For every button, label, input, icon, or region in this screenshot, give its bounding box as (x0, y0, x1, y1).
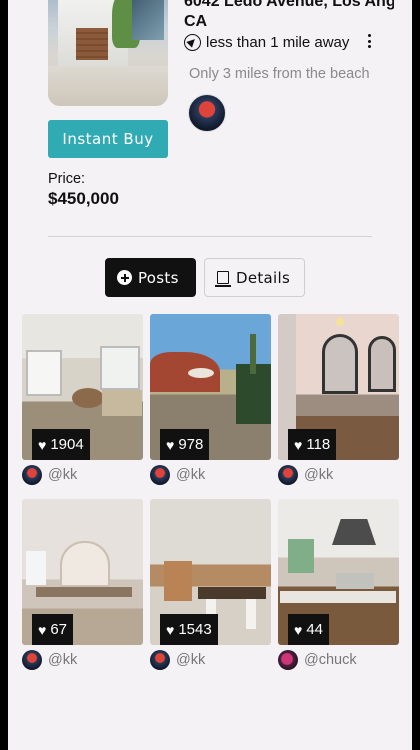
avatar (150, 650, 170, 670)
username: @kk (304, 467, 334, 483)
tab-posts[interactable]: Posts (105, 258, 196, 297)
likes-count: 67 (50, 621, 67, 638)
username: @kk (48, 652, 78, 668)
navigation-arrow-icon (184, 34, 201, 51)
heart-icon: ♥ (166, 436, 175, 453)
post-card[interactable]: ♥ 1904 @kk (22, 314, 143, 499)
plus-circle-icon (117, 270, 132, 285)
post-author[interactable]: @kk (22, 649, 143, 671)
likes-count: 978 (178, 436, 204, 453)
tab-details[interactable]: Details (204, 258, 305, 297)
tab-posts-label: Posts (138, 268, 179, 287)
post-author[interactable]: @chuck (278, 649, 399, 671)
posts-grid: ♥ 1904 @kk ♥ 978 @kk ♥ 118 @kk ♥ 67 @kk … (22, 314, 400, 684)
username: @kk (176, 467, 206, 483)
divider (48, 236, 372, 237)
avatar (22, 650, 42, 670)
owner-avatar[interactable] (188, 94, 226, 132)
likes-badge: ♥ 1904 (32, 429, 90, 460)
post-author[interactable]: @kk (150, 464, 271, 486)
tab-details-label: Details (236, 268, 291, 287)
post-photo[interactable]: ♥ 67 (22, 499, 143, 645)
instant-buy-button[interactable]: Instant Buy (48, 120, 168, 158)
avatar (278, 650, 298, 670)
app-screen: 6042 Ledo Avenue, Los Angeles CA less th… (8, 0, 412, 750)
property-tagline: Only 3 miles from the beach (189, 66, 370, 82)
post-photo[interactable]: ♥ 118 (278, 314, 399, 460)
post-photo[interactable]: ♥ 1543 (150, 499, 271, 645)
likes-badge: ♥ 67 (32, 614, 73, 645)
distance-text: less than 1 mile away (206, 34, 350, 51)
address-line-2: CA (184, 13, 208, 30)
post-author[interactable]: @kk (278, 464, 399, 486)
photo-driveway (48, 66, 168, 106)
likes-count: 118 (306, 436, 331, 453)
avatar (22, 465, 42, 485)
photo-garage (76, 28, 108, 60)
property-address: 6042 Ledo Avenue, Los Angeles CA (184, 0, 394, 32)
likes-badge: ♥ 118 (288, 429, 337, 460)
likes-count: 1904 (50, 436, 84, 453)
tab-bar: Posts Details (105, 258, 305, 297)
heart-icon: ♥ (294, 621, 303, 638)
distance-row: less than 1 mile away (184, 34, 349, 51)
more-options-icon[interactable] (364, 32, 374, 50)
photo-window (132, 0, 164, 40)
price-value: $450,000 (48, 189, 119, 208)
document-icon (215, 271, 231, 287)
likes-badge: ♥ 1543 (160, 614, 218, 645)
avatar (278, 465, 298, 485)
post-author[interactable]: @kk (22, 464, 143, 486)
post-card[interactable]: ♥ 118 @kk (278, 314, 399, 499)
heart-icon: ♥ (294, 436, 303, 453)
likes-count: 44 (306, 621, 323, 638)
property-photo[interactable] (48, 0, 168, 106)
post-photo[interactable]: ♥ 1904 (22, 314, 143, 460)
username: @kk (48, 467, 78, 483)
price-label: Price: (48, 171, 86, 187)
likes-count: 1543 (178, 621, 212, 638)
post-author[interactable]: @kk (150, 649, 271, 671)
likes-badge: ♥ 978 (160, 429, 210, 460)
heart-icon: ♥ (38, 621, 47, 638)
post-photo[interactable]: ♥ 978 (150, 314, 271, 460)
post-card[interactable]: ♥ 1543 @kk (150, 499, 271, 684)
username: @chuck (304, 652, 357, 668)
address-line-1: 6042 Ledo Avenue, Los Angeles (184, 0, 394, 10)
likes-badge: ♥ 44 (288, 614, 329, 645)
post-card[interactable]: ♥ 44 @chuck (278, 499, 399, 684)
heart-icon: ♥ (38, 436, 47, 453)
heart-icon: ♥ (166, 621, 175, 638)
post-card[interactable]: ♥ 978 @kk (150, 314, 271, 499)
post-photo[interactable]: ♥ 44 (278, 499, 399, 645)
post-card[interactable]: ♥ 67 @kk (22, 499, 143, 684)
username: @kk (176, 652, 206, 668)
avatar (150, 465, 170, 485)
